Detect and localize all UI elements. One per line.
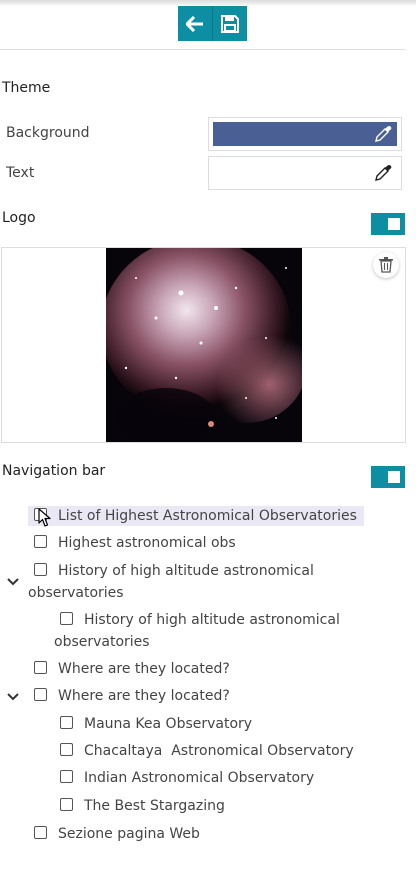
theme-title: Theme [2,80,51,96]
nav-item-checkbox[interactable] [34,661,47,674]
nav-item-label[interactable]: Where are they located? [58,685,230,707]
chevron-down-icon[interactable] [7,578,19,586]
nav-item-checkbox[interactable] [34,688,47,701]
delete-logo-button[interactable] [373,252,399,278]
navbar-toggle[interactable] [371,466,405,488]
trash-icon [379,257,393,273]
nav-item-checkbox[interactable] [60,798,73,811]
nav-item-label[interactable]: Where are they located? [58,658,230,680]
nav-item-label[interactable]: History of high altitude astronomical ob… [54,609,354,653]
nav-item-label[interactable]: The Best Stargazing [84,795,225,817]
toggle-knob [388,218,400,230]
nav-item-label[interactable]: Mauna Kea Observatory [84,713,252,735]
logo-image [106,248,302,442]
nav-item-label[interactable]: History of high altitude astronomical ob… [28,560,328,604]
chevron-down-icon[interactable] [7,693,19,701]
text-color-field[interactable] [208,156,402,190]
top-shadow [0,0,416,5]
nav-item-label[interactable]: Indian Astronomical Observatory [84,767,314,789]
navbar-title: Navigation bar [2,463,106,479]
background-color-swatch [213,122,397,146]
nav-item-checkbox[interactable] [34,826,47,839]
previous-field-edge [0,46,405,50]
arrow-left-icon [186,15,203,32]
mouse-cursor-icon [38,508,51,527]
logo-title: Logo [2,210,36,226]
text-color-label: Text [6,165,35,181]
nav-item-label[interactable]: List of Highest Astronomical Observatori… [58,505,357,527]
nav-item-label[interactable]: Highest astronomical obs [58,532,236,554]
save-icon [221,14,239,33]
editor-toolbar [178,6,247,41]
eyedropper-icon[interactable] [374,164,392,182]
back-button[interactable] [178,6,212,41]
nav-item-checkbox[interactable] [60,716,73,729]
nav-item-checkbox[interactable] [34,535,47,548]
logo-toggle[interactable] [371,213,405,235]
nav-item-label[interactable]: Sezione pagina Web [58,823,200,845]
nav-item-label[interactable]: Chacaltaya Astronomical Observatory [84,740,354,762]
nav-item-checkbox[interactable] [60,770,73,783]
text-color-swatch [213,161,397,185]
logo-preview [1,247,406,443]
toggle-knob [388,471,400,483]
eyedropper-icon[interactable] [374,125,392,143]
save-button[interactable] [212,6,247,41]
background-color-field[interactable] [208,117,402,151]
background-label: Background [6,125,90,141]
nav-item-checkbox[interactable] [60,743,73,756]
